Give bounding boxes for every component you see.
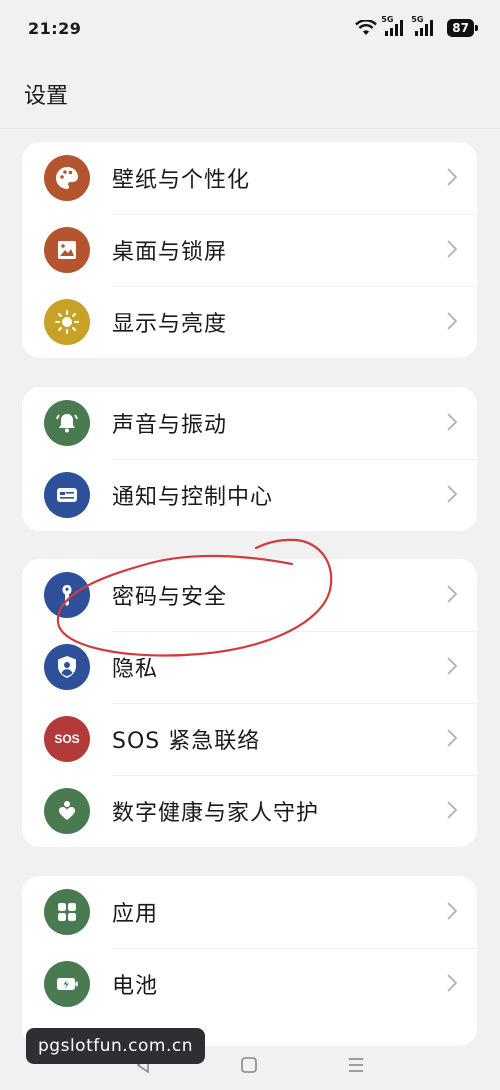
- bell-icon: [44, 400, 90, 446]
- settings-item-label: 桌面与锁屏: [112, 240, 228, 265]
- settings-group-display: 壁纸与个性化 桌面与锁屏 显示与亮度: [22, 142, 477, 358]
- status-time: 21:29: [28, 18, 82, 38]
- settings-item-privacy[interactable]: 隐私: [22, 631, 477, 703]
- header-divider: [0, 128, 500, 129]
- settings-item-label: 密码与安全: [112, 585, 228, 610]
- settings-item-wallpaper[interactable]: 壁纸与个性化: [22, 142, 477, 214]
- settings-item-label: 数字健康与家人守护: [112, 801, 320, 826]
- picture-frame-icon: [44, 227, 90, 273]
- recents-icon[interactable]: [347, 1057, 365, 1077]
- sos-icon: SOS: [44, 716, 90, 762]
- settings-item-label: 电池: [112, 974, 159, 999]
- settings-item-battery[interactable]: 电池: [22, 948, 477, 1020]
- battery-indicator: 87: [447, 19, 478, 37]
- chevron-right-icon: [447, 240, 458, 262]
- settings-item-label: 声音与振动: [112, 413, 228, 438]
- settings-group-apps-battery: 应用 电池: [22, 876, 477, 1046]
- settings-item-desktop-lockscreen[interactable]: 桌面与锁屏: [22, 214, 477, 286]
- chevron-right-icon: [447, 729, 458, 751]
- wifi-icon: [355, 20, 378, 36]
- chevron-right-icon: [447, 974, 458, 996]
- settings-item-apps[interactable]: 应用: [22, 876, 477, 948]
- settings-item-sos[interactable]: SOS SOS 紧急联络: [22, 703, 477, 775]
- notification-card-icon: [44, 472, 90, 518]
- status-bar: 21:29 5G 5G 87: [0, 0, 500, 56]
- settings-group-sound-notification: 声音与振动 通知与控制中心: [22, 387, 477, 531]
- chevron-right-icon: [447, 413, 458, 435]
- settings-item-label: 通知与控制中心: [112, 485, 274, 510]
- chevron-right-icon: [447, 585, 458, 607]
- sos-icon-text: SOS: [54, 732, 80, 746]
- watermark-label: pgslotfun.com.cn: [26, 1028, 205, 1064]
- chevron-right-icon: [447, 801, 458, 823]
- heart-hand-icon: [44, 788, 90, 834]
- cell-signal-icon: 5G: [381, 15, 407, 37]
- settings-group-security: 密码与安全 隐私 SOS SOS 紧急联络 数字健康与家人守护: [22, 559, 477, 847]
- shield-user-icon: [44, 644, 90, 690]
- chevron-right-icon: [447, 312, 458, 334]
- home-icon[interactable]: [240, 1056, 258, 1078]
- settings-item-label: 隐私: [112, 657, 159, 682]
- settings-item-sound-vibration[interactable]: 声音与振动: [22, 387, 477, 459]
- settings-item-password-security[interactable]: 密码与安全: [22, 559, 477, 631]
- apps-grid-icon: [44, 889, 90, 935]
- battery-icon: [44, 961, 90, 1007]
- palette-icon: [44, 155, 90, 201]
- settings-item-label: 应用: [112, 902, 159, 927]
- chevron-right-icon: [447, 657, 458, 679]
- chevron-right-icon: [447, 902, 458, 924]
- key-icon: [44, 572, 90, 618]
- settings-item-digital-wellbeing[interactable]: 数字健康与家人守护: [22, 775, 477, 847]
- sun-icon: [44, 299, 90, 345]
- cell-signal-icon-2: 5G: [411, 15, 437, 37]
- settings-item-label: 显示与亮度: [112, 312, 228, 337]
- settings-item-notification-control[interactable]: 通知与控制中心: [22, 459, 477, 531]
- settings-item-display-brightness[interactable]: 显示与亮度: [22, 286, 477, 358]
- settings-item-label: 壁纸与个性化: [112, 168, 251, 193]
- status-icons: 5G 5G 87: [355, 15, 478, 37]
- page-title: 设置: [24, 84, 69, 109]
- network-type-label-2: 5G: [411, 15, 424, 24]
- chevron-right-icon: [447, 168, 458, 190]
- chevron-right-icon: [447, 485, 458, 507]
- network-type-label: 5G: [381, 15, 394, 24]
- settings-item-label: SOS 紧急联络: [112, 729, 261, 754]
